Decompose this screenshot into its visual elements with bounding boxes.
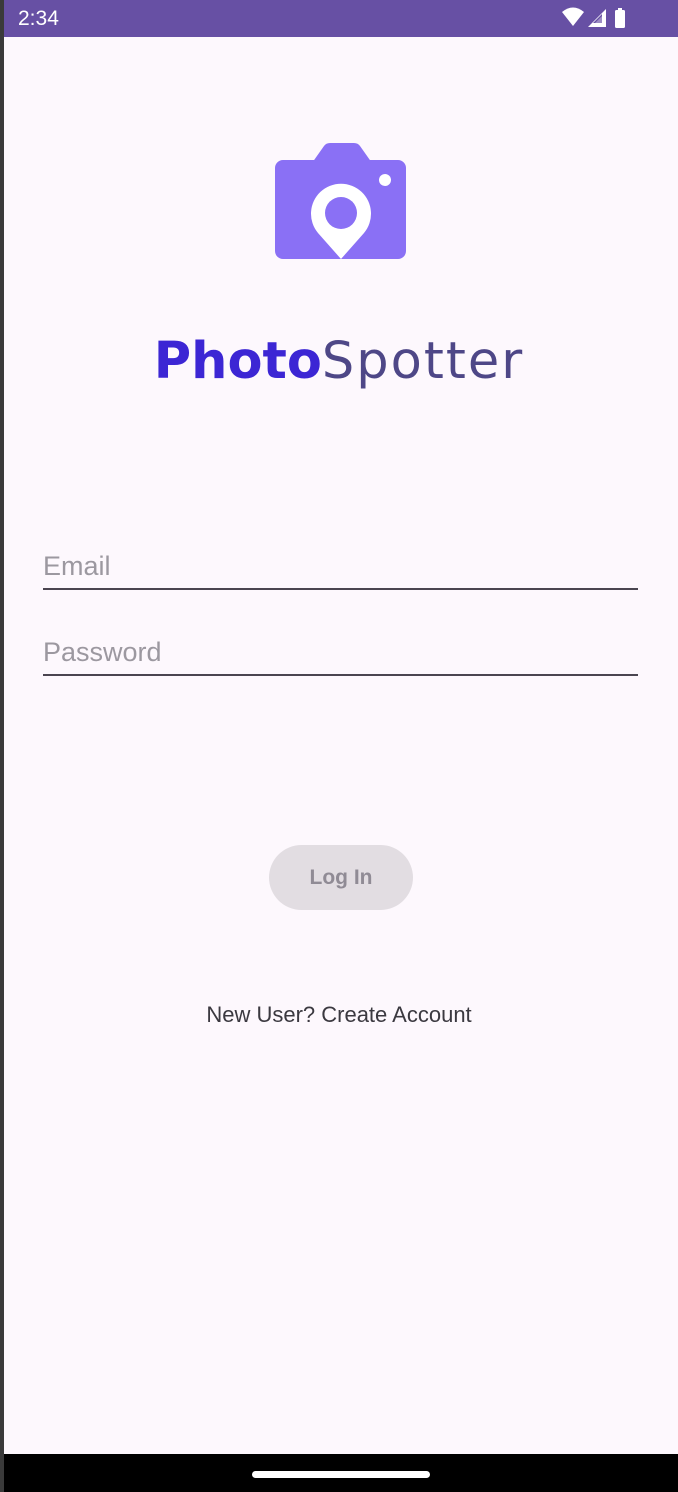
device-frame-edge [0, 0, 4, 1492]
app-title-light: Spotter [321, 332, 525, 391]
password-field[interactable] [43, 624, 638, 676]
create-account-link[interactable]: New User? Create Account [0, 1000, 678, 1030]
email-input[interactable] [43, 548, 638, 584]
login-button[interactable]: Log In [269, 845, 413, 910]
email-field[interactable] [43, 538, 638, 590]
login-screen: 2:34 PhotoSpotter Email Log In New User?… [0, 0, 678, 1492]
home-gesture-handle[interactable] [252, 1471, 430, 1478]
status-icons-svg [562, 7, 625, 28]
app-title: PhotoSpotter [0, 326, 678, 397]
logo-svg [275, 143, 406, 259]
app-title-bold: Photo [153, 332, 322, 391]
battery-icon [615, 8, 625, 28]
cellular-signal-icon [588, 9, 606, 27]
status-bar: 2:34 [4, 0, 678, 37]
password-input[interactable] [43, 634, 638, 670]
camera-location-pin-icon [274, 141, 407, 261]
status-icons [560, 7, 634, 29]
wifi-icon [562, 7, 584, 26]
status-time: 2:34 [18, 7, 59, 30]
navigation-bar [0, 1454, 678, 1492]
